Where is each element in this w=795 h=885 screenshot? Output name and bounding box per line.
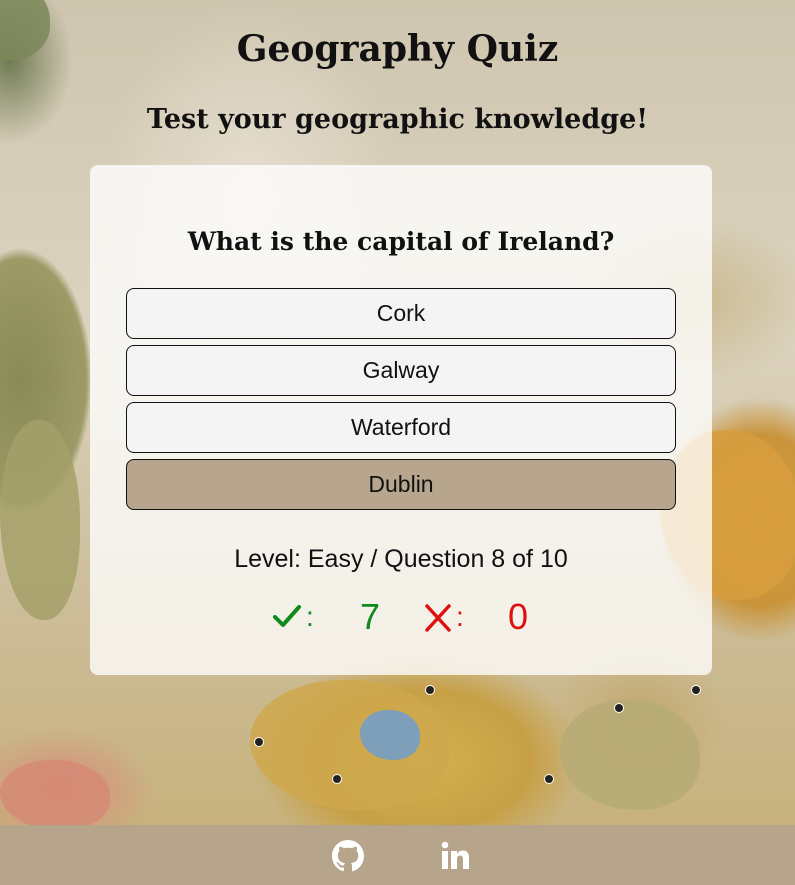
answer-button-waterford[interactable]: Waterford xyxy=(126,402,676,453)
wrong-separator: : xyxy=(456,601,464,632)
check-icon xyxy=(272,597,302,641)
answer-list: Cork Galway Waterford Dublin xyxy=(126,288,676,516)
answer-button-galway[interactable]: Galway xyxy=(126,345,676,396)
github-icon[interactable] xyxy=(332,840,364,872)
question-text: What is the capital of Ireland? xyxy=(187,227,615,256)
score-panel: : 7 : 0 xyxy=(90,595,712,639)
page-subtitle: Test your geographic knowledge! xyxy=(146,104,649,135)
correct-count: 7 xyxy=(360,596,381,637)
quiz-card: What is the capital of Ireland? Cork Gal… xyxy=(90,165,712,675)
correct-separator: : xyxy=(306,601,314,632)
cross-icon xyxy=(424,599,452,643)
linkedin-icon[interactable] xyxy=(439,840,471,872)
footer xyxy=(0,825,795,885)
level-progress-text: Level: Easy / Question 8 of 10 xyxy=(234,545,568,573)
page-title: Geography Quiz xyxy=(236,28,559,70)
wrong-count: 0 xyxy=(508,596,529,637)
answer-button-dublin[interactable]: Dublin xyxy=(126,459,676,510)
answer-button-cork[interactable]: Cork xyxy=(126,288,676,339)
